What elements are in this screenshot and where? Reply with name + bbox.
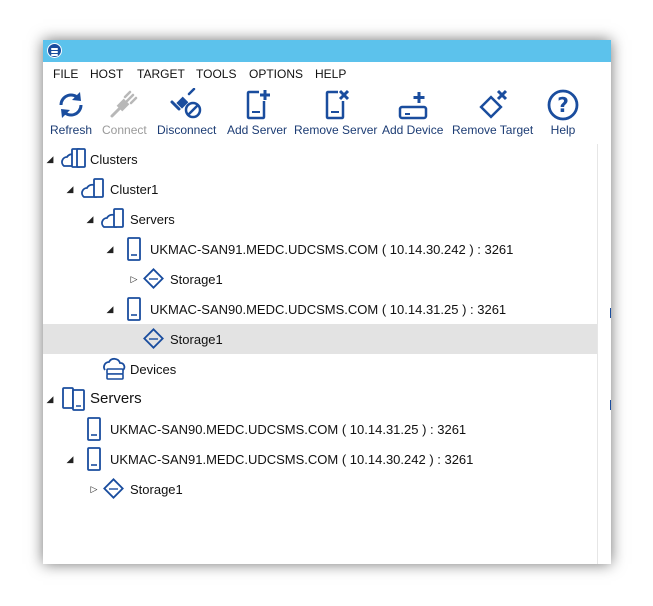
scroll-marker	[610, 308, 611, 318]
add-device-button[interactable]: Add Device	[382, 88, 443, 137]
remove-server-button[interactable]: Remove Server	[294, 88, 377, 137]
tree-label: Storage1	[170, 272, 223, 287]
remove-target-icon	[478, 89, 507, 119]
vertical-scrollbar[interactable]	[597, 144, 611, 564]
clusters-icon	[61, 146, 87, 172]
tree-label: Storage1	[170, 332, 223, 347]
tree-label: UKMAC-SAN91.MEDC.UDCSMS.COM ( 10.14.30.2…	[110, 452, 474, 467]
tree-node-root-san90[interactable]: UKMAC-SAN90.MEDC.UDCSMS.COM ( 10.14.31.2…	[43, 414, 597, 444]
tree-node-devices[interactable]: Devices	[43, 354, 597, 384]
tree-label: Cluster1	[110, 182, 159, 197]
collapse-arrow-icon[interactable]: ◢	[105, 303, 115, 315]
refresh-icon	[59, 92, 83, 118]
tree-view[interactable]: ◢ Clusters ◢ Cluster1 ◢ Servers ◢ UKMAC-…	[43, 144, 597, 564]
help-label: Help	[550, 123, 576, 137]
tree-node-server-san90[interactable]: ◢ UKMAC-SAN90.MEDC.UDCSMS.COM ( 10.14.31…	[43, 294, 597, 324]
storage-target-icon	[141, 266, 167, 292]
remove-server-icon	[325, 89, 350, 120]
tree-label: UKMAC-SAN90.MEDC.UDCSMS.COM ( 10.14.31.2…	[110, 422, 467, 437]
add-server-label: Add Server	[227, 123, 288, 137]
connect-label: Connect	[102, 123, 147, 137]
server-icon	[121, 236, 147, 262]
tree-node-clusters[interactable]: ◢ Clusters	[43, 144, 597, 174]
disconnect-label: Disconnect	[157, 123, 217, 137]
collapse-arrow-icon[interactable]: ◢	[65, 453, 75, 465]
tree-label: UKMAC-SAN90.MEDC.UDCSMS.COM ( 10.14.31.2…	[150, 302, 507, 317]
menu-options[interactable]: OPTIONS	[249, 67, 303, 81]
add-server-button[interactable]: Add Server	[227, 88, 287, 137]
collapse-arrow-icon[interactable]: ◢	[45, 393, 55, 405]
server-icon	[81, 446, 107, 472]
disconnect-button[interactable]: Disconnect	[157, 88, 216, 137]
tree-label: Servers	[90, 390, 142, 407]
devices-icon	[101, 356, 127, 382]
menu-help[interactable]: HELP	[315, 67, 346, 81]
menu-host[interactable]: HOST	[90, 67, 123, 81]
remove-target-button[interactable]: Remove Target	[452, 88, 533, 137]
help-icon: ?	[547, 89, 579, 121]
cluster-icon	[81, 176, 107, 202]
remove-target-label: Remove Target	[452, 123, 534, 137]
server-icon	[81, 416, 107, 442]
menu-file[interactable]: FILE	[53, 67, 78, 81]
scroll-marker	[610, 400, 611, 410]
tree-node-server-san91[interactable]: ◢ UKMAC-SAN91.MEDC.UDCSMS.COM ( 10.14.30…	[43, 234, 597, 264]
svg-text:?: ?	[557, 93, 569, 117]
servers-group-icon	[101, 206, 127, 232]
tree-label: Storage1	[130, 482, 183, 497]
disconnect-icon	[170, 88, 201, 119]
storage-target-icon	[141, 326, 167, 352]
tree-node-storage-b[interactable]: Storage1	[43, 324, 597, 354]
add-server-icon	[246, 89, 272, 120]
app-window: FILE HOST TARGET TOOLS OPTIONS HELP Refr…	[43, 40, 611, 564]
add-device-icon	[398, 92, 427, 120]
tree-node-servers-root[interactable]: ◢ Servers	[43, 384, 597, 414]
expand-arrow-icon[interactable]: ▷	[89, 483, 99, 495]
app-logo-icon	[47, 43, 62, 58]
remove-server-label: Remove Server	[294, 123, 378, 137]
menu-target[interactable]: TARGET	[137, 67, 185, 81]
title-bar[interactable]	[43, 40, 611, 62]
help-button[interactable]: ? Help	[545, 88, 581, 137]
connect-plug-icon	[110, 90, 138, 118]
collapse-arrow-icon[interactable]: ◢	[105, 243, 115, 255]
refresh-button[interactable]: Refresh	[50, 88, 92, 137]
refresh-label: Refresh	[50, 123, 93, 137]
tree-label: UKMAC-SAN91.MEDC.UDCSMS.COM ( 10.14.30.2…	[150, 242, 514, 257]
collapse-arrow-icon[interactable]: ◢	[45, 153, 55, 165]
server-icon	[121, 296, 147, 322]
connect-button[interactable]: Connect	[102, 88, 147, 137]
servers-root-icon	[61, 386, 87, 412]
toolbar: Refresh Connect Disconnect Add Server Re…	[43, 84, 611, 140]
tree-label: Servers	[130, 212, 175, 227]
menu-bar: FILE HOST TARGET TOOLS OPTIONS HELP	[43, 62, 611, 84]
collapse-arrow-icon[interactable]: ◢	[65, 183, 75, 195]
tree-node-root-san91[interactable]: ◢ UKMAC-SAN91.MEDC.UDCSMS.COM ( 10.14.30…	[43, 444, 597, 474]
tree-node-cluster-servers[interactable]: ◢ Servers	[43, 204, 597, 234]
add-device-label: Add Device	[382, 123, 444, 137]
tree-node-storage-c[interactable]: ▷ Storage1	[43, 474, 597, 504]
storage-target-icon	[101, 476, 127, 502]
tree-node-storage-a[interactable]: ▷ Storage1	[43, 264, 597, 294]
expand-arrow-icon[interactable]: ▷	[129, 273, 139, 285]
tree-node-cluster1[interactable]: ◢ Cluster1	[43, 174, 597, 204]
tree-label: Clusters	[90, 152, 138, 167]
collapse-arrow-icon[interactable]: ◢	[85, 213, 95, 225]
tree-label: Devices	[130, 362, 177, 377]
menu-tools[interactable]: TOOLS	[196, 67, 236, 81]
